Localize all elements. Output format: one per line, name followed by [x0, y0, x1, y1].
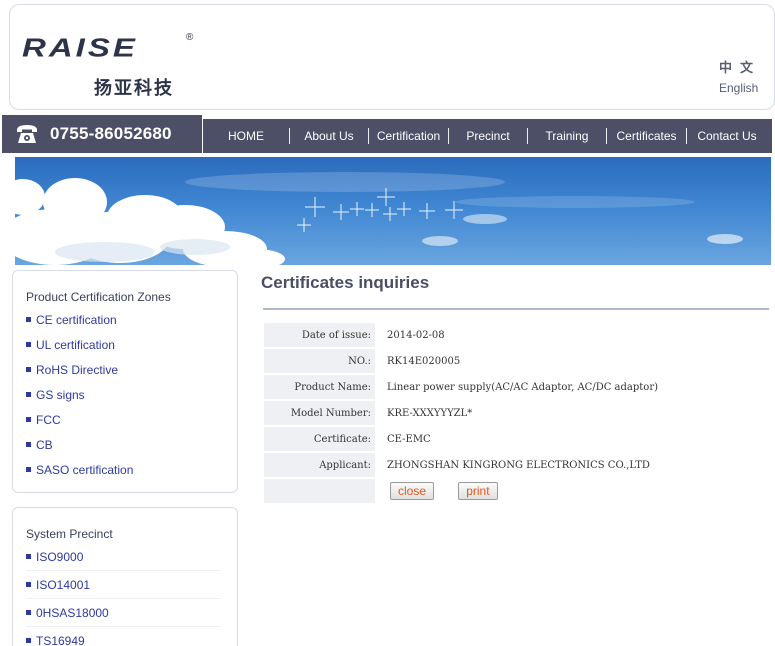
sidebar-item-ul[interactable]: UL certification — [26, 333, 237, 358]
sidebar-item-label: UL certification — [36, 338, 115, 352]
applicant-value: ZHONGSHAN KINGRONG ELECTRONICS CO.,LTD — [387, 459, 650, 471]
table-row: Date of issue: 2014-02-08 — [264, 323, 769, 347]
sky-banner-image — [15, 172, 743, 265]
square-bullet-icon — [26, 554, 31, 560]
sidebar-item-cb[interactable]: CB — [26, 433, 237, 458]
date-of-issue-label: Date of issue: — [264, 323, 375, 347]
main-nav: HOME About Us Certification Precinct Tra… — [203, 119, 772, 153]
logo-text: RAISE — [22, 33, 138, 63]
phone-bar: 0755-86052680 — [2, 115, 202, 153]
table-row: Certificate: CE-EMC — [264, 427, 769, 451]
sidebar-item-label: ISO9000 — [36, 550, 84, 564]
system-precinct-title: System Precinct — [26, 527, 113, 541]
sidebar-item-label: CB — [36, 438, 53, 452]
button-row: close print — [264, 479, 769, 503]
logo-registered-mark: ® — [186, 32, 194, 43]
square-bullet-icon — [26, 610, 31, 616]
nav-about-us[interactable]: About Us — [290, 129, 368, 143]
sidebar-item-ohsas18000[interactable]: 0HSAS18000 — [26, 599, 221, 627]
model-number-value: KRE-XXXYYYZL* — [387, 407, 473, 419]
product-name-value: Linear power supply(AC/AC Adaptor, AC/DC… — [387, 381, 658, 393]
phone-icon — [14, 121, 40, 147]
certificate-no-value: RK14E020005 — [387, 355, 461, 367]
square-bullet-icon — [26, 638, 31, 644]
sidebar-item-label: RoHS Directive — [36, 363, 119, 377]
square-bullet-icon — [26, 442, 31, 448]
date-of-issue-value: 2014-02-08 — [387, 329, 445, 341]
square-bullet-icon — [26, 392, 31, 398]
button-cell: close print — [375, 479, 769, 503]
sidebar-item-fcc[interactable]: FCC — [26, 408, 237, 433]
sidebar-item-rohs[interactable]: RoHS Directive — [26, 358, 237, 383]
sidebar-item-label: SASO certification — [36, 463, 134, 477]
nav-home[interactable]: HOME — [203, 129, 289, 143]
product-name-label: Product Name: — [264, 375, 375, 399]
close-button[interactable]: close — [390, 482, 435, 500]
language-chinese-link[interactable]: 中文 — [719, 57, 761, 76]
sky-banner — [15, 157, 771, 265]
phone-number: 0755-86052680 — [50, 124, 172, 143]
sidebar-item-gs[interactable]: GS signs — [26, 383, 237, 408]
logo[interactable]: RAISE ® 扬亚科技 — [22, 32, 193, 99]
sidebar-item-ce[interactable]: CE certification — [26, 308, 237, 333]
system-precinct-panel: System Precinct ISO9000 ISO14001 0HSAS18… — [12, 507, 238, 646]
square-bullet-icon — [26, 417, 31, 423]
nav-certificates[interactable]: Certificates — [607, 129, 686, 143]
title-divider — [263, 308, 769, 310]
square-bullet-icon — [26, 342, 31, 348]
nav-training[interactable]: Training — [528, 129, 606, 143]
logo-chinese-name: 扬亚科技 — [94, 78, 174, 99]
nav-precinct[interactable]: Precinct — [449, 129, 527, 143]
table-row: Product Name: Linear power supply(AC/AC … — [264, 375, 769, 399]
square-bullet-icon — [26, 317, 31, 323]
table-row: Model Number: KRE-XXXYYYZL* — [264, 401, 769, 425]
certificate-details-table: Date of issue: 2014-02-08 NO.: RK14E0200… — [264, 321, 769, 505]
nav-certification[interactable]: Certification — [369, 129, 448, 143]
button-row-spacer — [264, 479, 375, 503]
nav-contact-us[interactable]: Contact Us — [687, 129, 767, 143]
language-english-link[interactable]: English — [719, 81, 758, 95]
table-row: NO.: RK14E020005 — [264, 349, 769, 373]
sidebar-item-iso9000[interactable]: ISO9000 — [26, 543, 221, 571]
model-number-label: Model Number: — [264, 401, 375, 425]
certificate-type-value: CE-EMC — [387, 433, 431, 445]
page-title: Certificates inquiries — [261, 273, 430, 292]
sidebar-item-label: TS16949 — [36, 634, 85, 646]
applicant-label: Applicant: — [264, 453, 375, 477]
square-bullet-icon — [26, 367, 31, 373]
sidebar-item-label: 0HSAS18000 — [36, 606, 109, 620]
sidebar-item-label: CE certification — [36, 313, 117, 327]
table-row: Applicant: ZHONGSHAN KINGRONG ELECTRONIC… — [264, 453, 769, 477]
sidebar-item-ts16949[interactable]: TS16949 — [26, 627, 221, 646]
sidebar-item-label: FCC — [36, 413, 61, 427]
sidebar-item-label: ISO14001 — [36, 578, 91, 592]
sidebar-item-iso14001[interactable]: ISO14001 — [26, 571, 221, 599]
product-zones-title: Product Certification Zones — [26, 290, 171, 304]
product-certification-panel: Product Certification Zones CE certifica… — [12, 270, 238, 493]
print-button[interactable]: print — [458, 482, 498, 500]
square-bullet-icon — [26, 582, 31, 588]
certificate-type-label: Certificate: — [264, 427, 375, 451]
square-bullet-icon — [26, 467, 31, 473]
certificate-no-label: NO.: — [264, 349, 375, 373]
sidebar-item-saso[interactable]: SASO certification — [26, 458, 237, 483]
sidebar-item-label: GS signs — [36, 388, 85, 402]
